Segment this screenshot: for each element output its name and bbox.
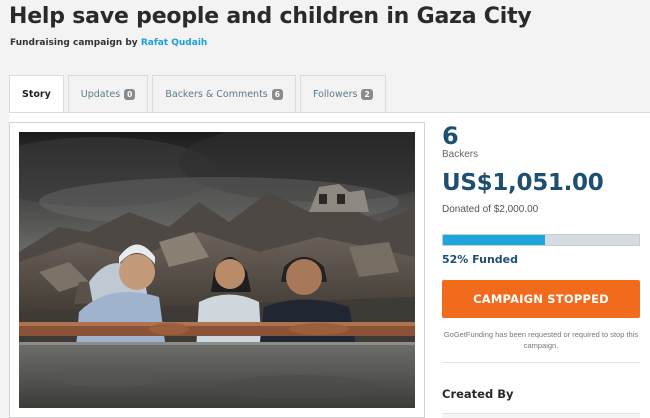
campaign-photo-image [19, 132, 415, 408]
tab-backers-comments[interactable]: Backers & Comments 6 [152, 75, 296, 112]
tab-followers-label: Followers [312, 88, 358, 100]
funding-progress-bar [442, 234, 640, 246]
campaign-tabs: Story Updates 0 Backers & Comments 6 Fol… [9, 75, 390, 113]
backers-comments-count-badge: 6 [271, 88, 283, 100]
stop-notice: GoGetFunding has been requested or requi… [443, 330, 639, 350]
followers-count-badge: 2 [361, 88, 373, 100]
created-by-heading: Created By [442, 387, 514, 401]
tab-story[interactable]: Story [9, 75, 64, 113]
tab-updates-label: Updates [80, 88, 121, 100]
tab-followers[interactable]: Followers 2 [299, 75, 386, 112]
campaign-byline: Fundraising campaign by Rafat Qudaih [10, 38, 207, 48]
campaign-photo-frame [9, 122, 425, 418]
byline-prefix: Fundraising campaign by [10, 38, 138, 48]
author-link[interactable]: Rafat Qudaih [141, 38, 208, 48]
sidebar-divider [442, 362, 640, 363]
campaign-photo [19, 132, 415, 408]
campaign-stopped-button[interactable]: CAMPAIGN STOPPED [442, 280, 640, 318]
amount-raised: US$1,051.00 [442, 170, 604, 196]
backers-count: 6 [442, 122, 459, 150]
funded-percent: 52% Funded [442, 253, 518, 266]
creator-card [442, 413, 640, 418]
tab-backers-comments-label: Backers & Comments [165, 88, 268, 100]
updates-count-badge: 0 [124, 88, 136, 100]
tab-updates[interactable]: Updates 0 [67, 75, 149, 112]
tab-story-label: Story [22, 89, 51, 100]
funding-progress-fill [443, 235, 545, 245]
backers-label: Backers [442, 149, 479, 160]
goal-text: Donated of $2,000.00 [442, 204, 539, 215]
campaign-title: Help save people and children in Gaza Ci… [9, 4, 532, 29]
